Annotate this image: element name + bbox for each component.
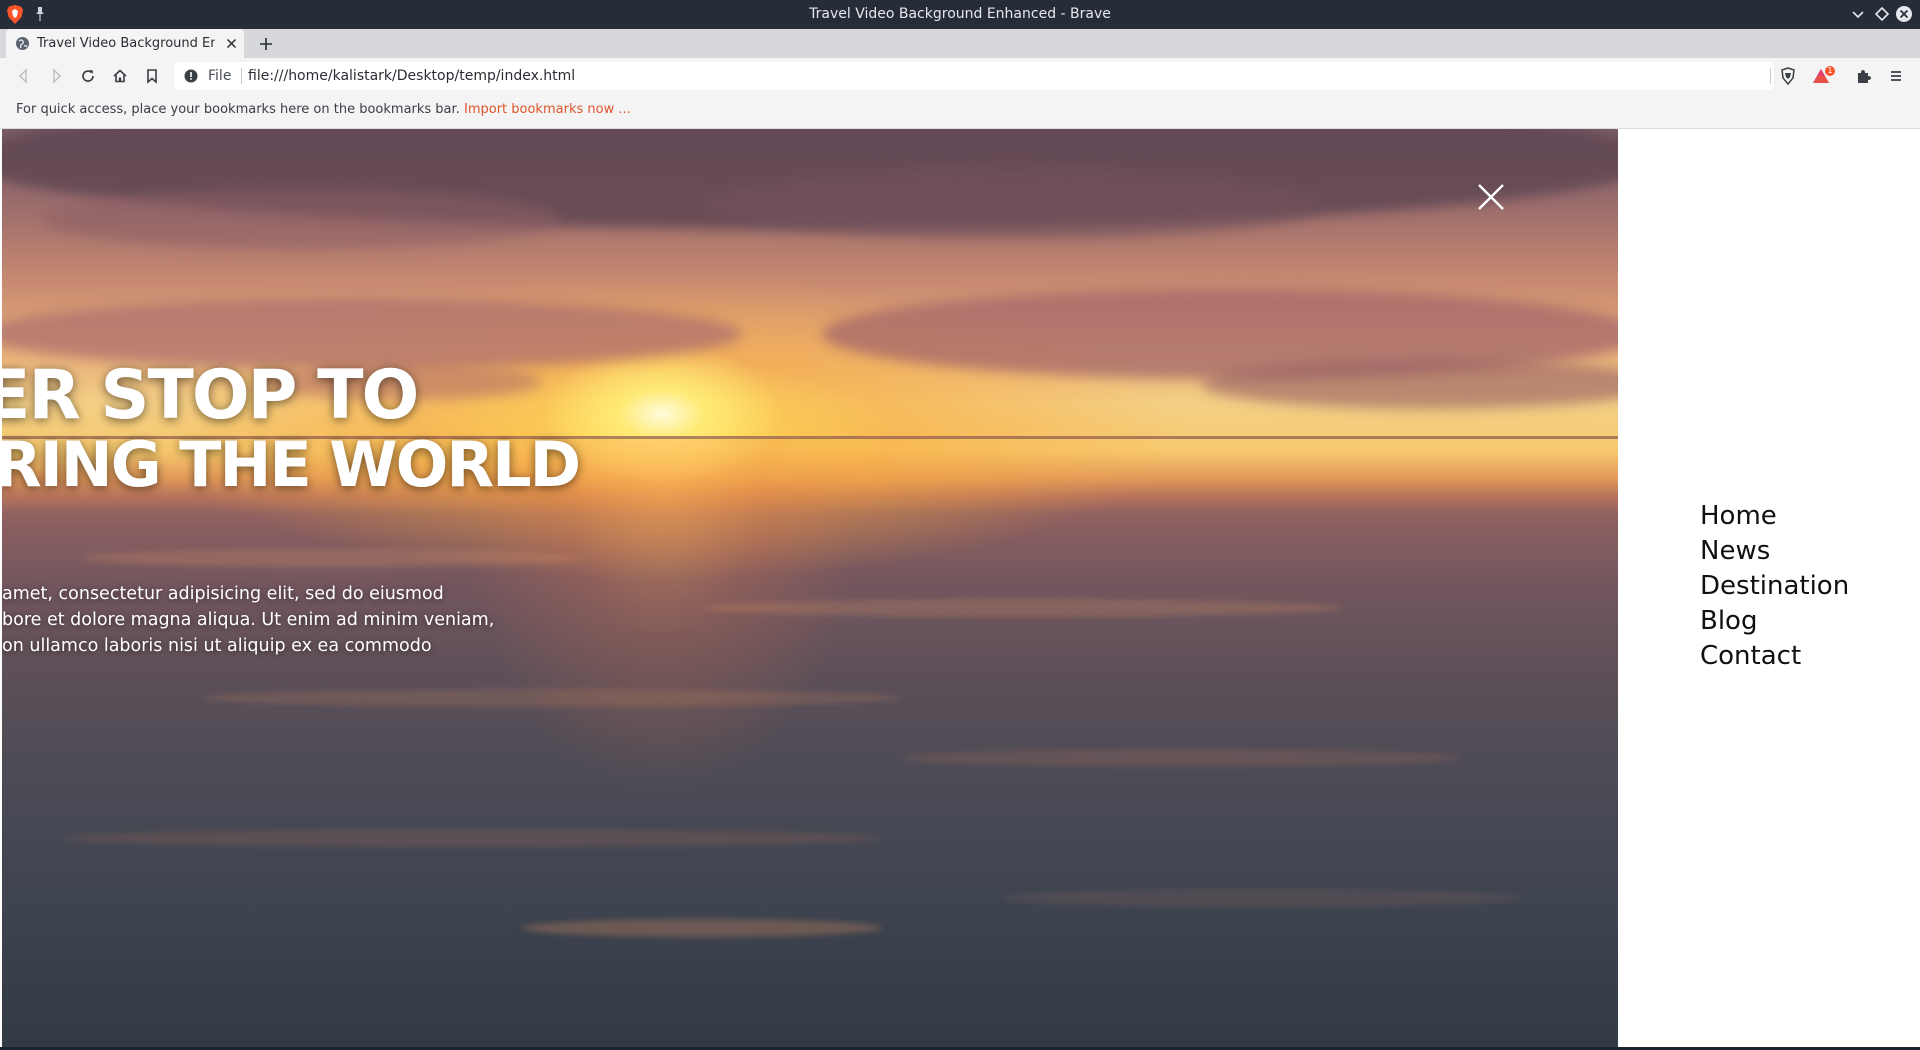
intro-line: on ullamco laboris nisi ut aliquip ex ea…: [2, 636, 432, 656]
chevron-down-icon[interactable]: [1848, 4, 1868, 24]
import-bookmarks-link[interactable]: Import bookmarks now ...: [464, 94, 631, 126]
divider: [1770, 68, 1771, 84]
headline-line-2: RING THE WORLD: [2, 428, 581, 501]
address-bar[interactable]: File file:///home/kalistark/Desktop/temp…: [174, 62, 1774, 90]
hero-intro-text: amet, consectetur adipisicing elit, sed …: [2, 581, 522, 659]
tab-travel-video[interactable]: Travel Video Background En: [6, 29, 244, 58]
nav-item-home[interactable]: Home: [1700, 499, 1849, 534]
window-title: Travel Video Background Enhanced - Brave: [809, 6, 1111, 22]
bookmarks-hint: For quick access, place your bookmarks h…: [16, 102, 460, 117]
hero-video-background: ER STOP TO RING THE WORLD amet, consecte…: [2, 129, 1618, 1047]
divider: [241, 68, 242, 84]
notification-badge: 1: [1827, 66, 1833, 75]
forward-icon[interactable]: [46, 66, 66, 86]
info-icon[interactable]: [184, 69, 198, 83]
nav-item-blog[interactable]: Blog: [1700, 604, 1849, 639]
close-menu-icon[interactable]: [1476, 182, 1506, 212]
side-navigation: Home News Destination Blog Contact: [1618, 129, 1920, 1047]
plus-icon[interactable]: [256, 34, 276, 54]
brave-rewards-button[interactable]: 1: [1812, 66, 1836, 86]
globe-icon: [16, 37, 29, 50]
nav-item-destination[interactable]: Destination: [1700, 569, 1849, 604]
home-icon[interactable]: [110, 66, 130, 86]
reload-icon[interactable]: [78, 66, 98, 86]
scheme-label: File: [208, 68, 232, 84]
close-icon[interactable]: [1894, 4, 1914, 24]
close-icon[interactable]: [224, 36, 239, 51]
nav-item-contact[interactable]: Contact: [1700, 639, 1849, 674]
bookmark-icon[interactable]: [142, 66, 162, 86]
menu-icon[interactable]: [1886, 66, 1906, 86]
browser-window: Travel Video Background Enhanced - Brave…: [0, 0, 1920, 1050]
url-text[interactable]: file:///home/kalistark/Desktop/temp/inde…: [248, 62, 575, 90]
tab-title: Travel Video Background En: [37, 36, 215, 51]
title-bar: Travel Video Background Enhanced - Brave: [0, 0, 1920, 29]
bookmarks-bar: For quick access, place your bookmarks h…: [0, 94, 1920, 129]
back-icon[interactable]: [14, 66, 34, 86]
extensions-icon[interactable]: [1853, 66, 1873, 86]
diamond-icon[interactable]: [1872, 4, 1892, 24]
navigation-toolbar: File file:///home/kalistark/Desktop/temp…: [0, 58, 1920, 94]
nav-item-news[interactable]: News: [1700, 534, 1849, 569]
headline-line-1: ER STOP TO: [2, 356, 419, 435]
tab-strip: Travel Video Background En: [0, 29, 1920, 58]
brave-shield-icon[interactable]: [1778, 66, 1798, 86]
intro-line: bore et dolore magna aliqua. Ut enim ad …: [2, 610, 495, 630]
intro-line: amet, consectetur adipisicing elit, sed …: [2, 584, 444, 604]
page-viewport: ER STOP TO RING THE WORLD amet, consecte…: [0, 129, 1920, 1047]
